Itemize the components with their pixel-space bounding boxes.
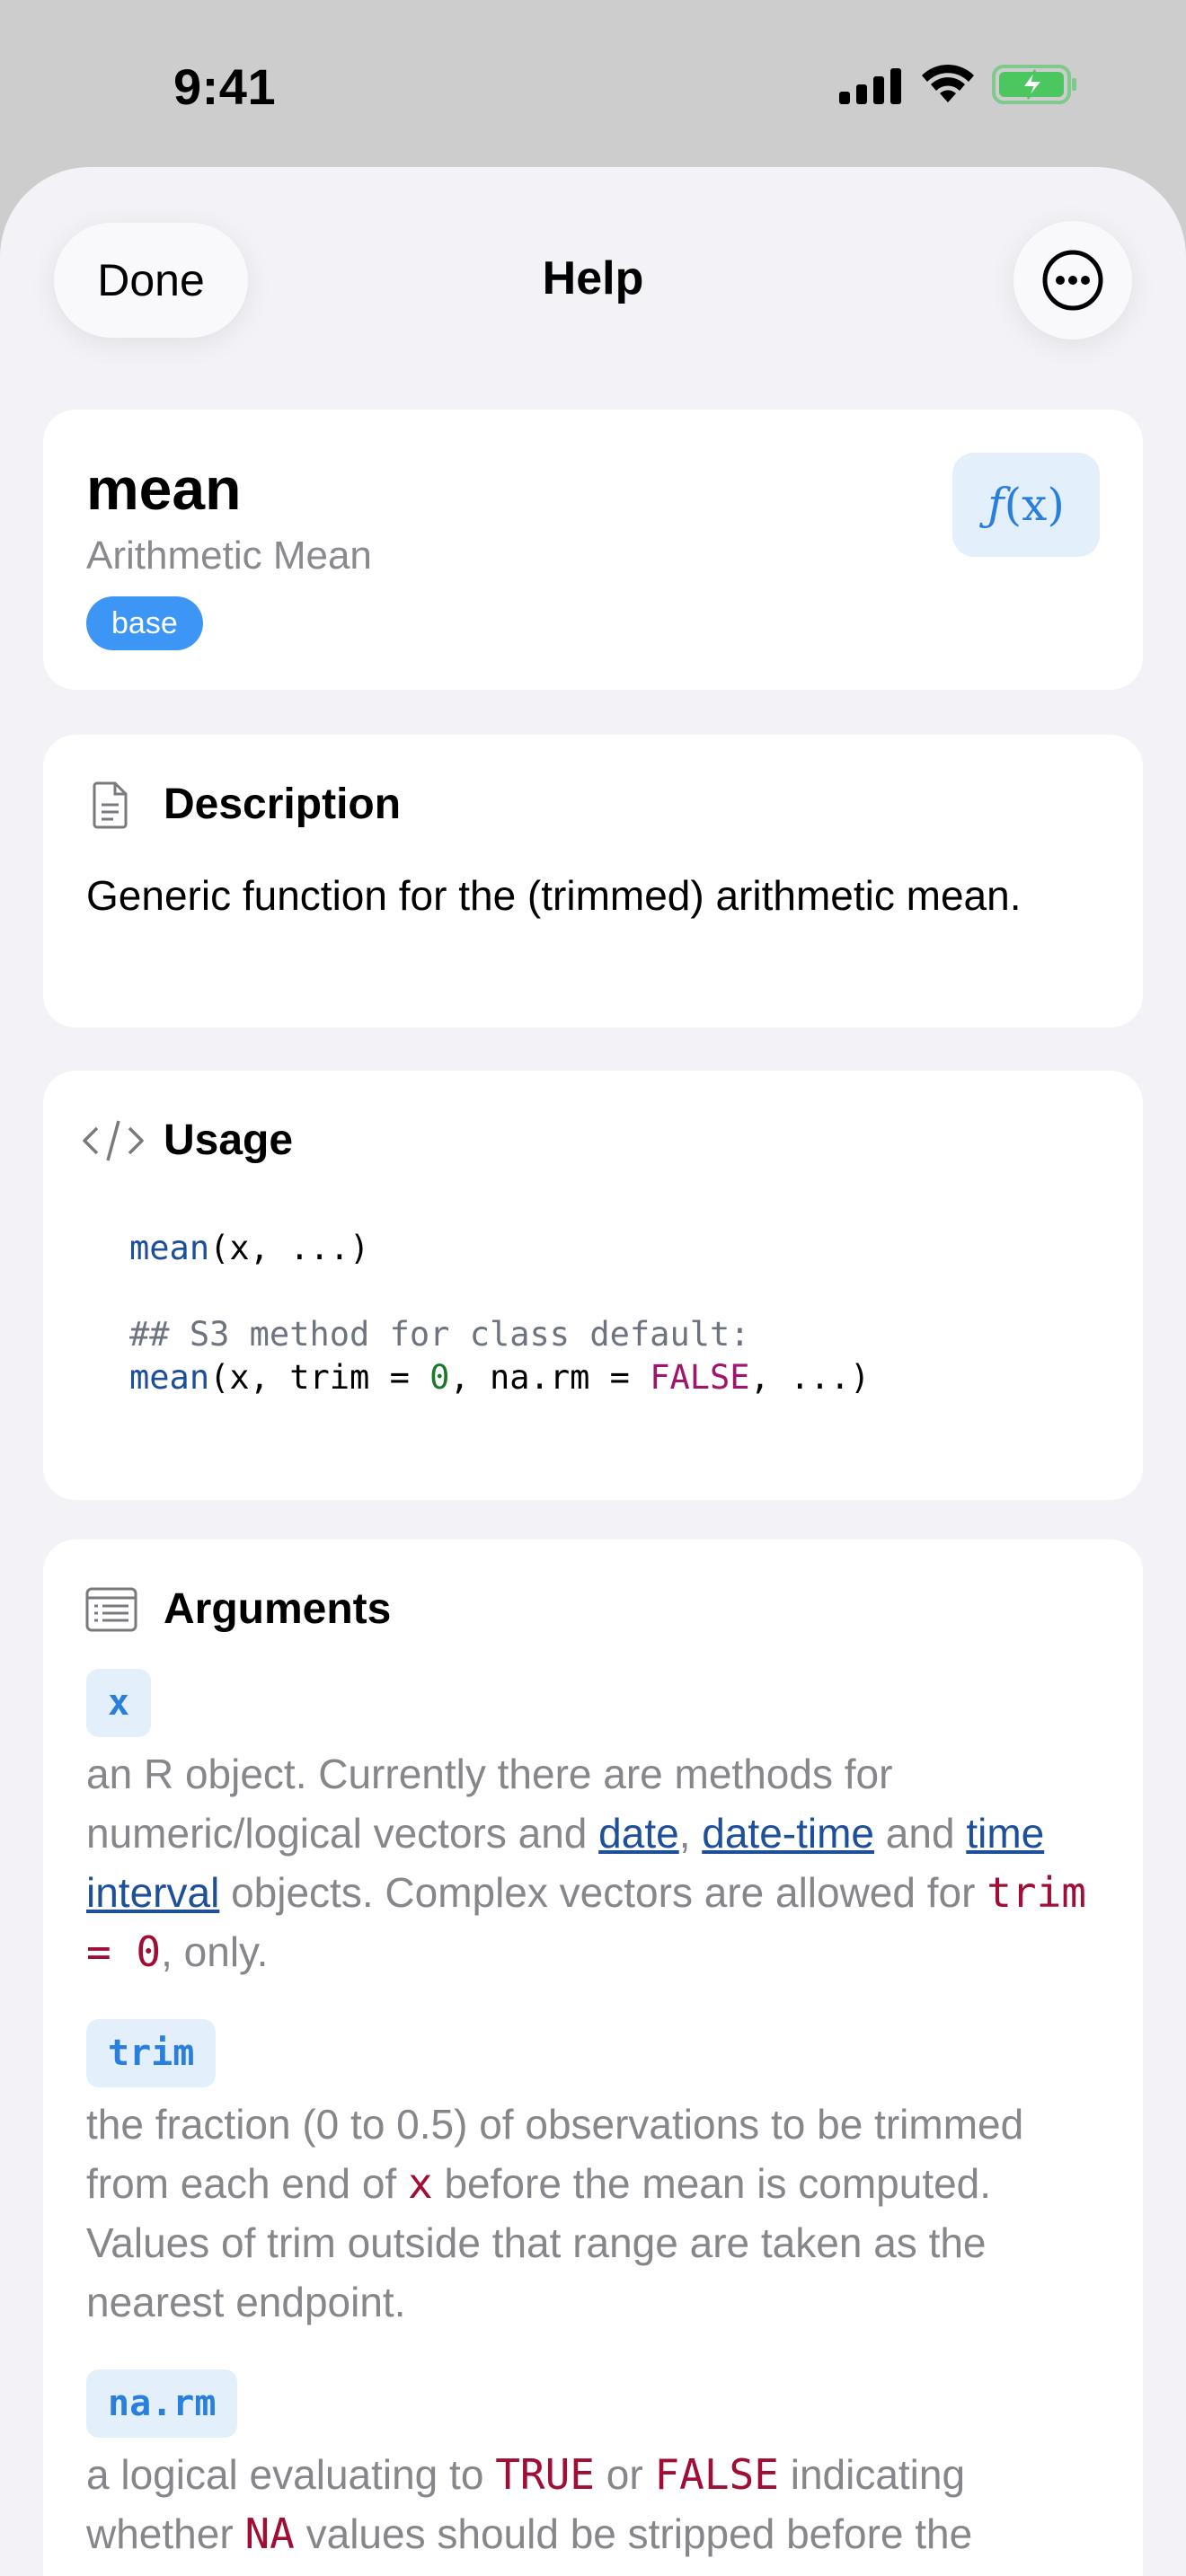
description-text: Generic function for the (trimmed) arith… [86,872,1022,919]
usage-comment: ## S3 method for class default: [129,1315,750,1354]
argument-name-trim: trim [86,2019,217,2087]
argument-name-x: x [86,1669,152,1737]
usage-card: Usage mean(x, ...) ## S3 method for clas… [43,1071,1143,1500]
link-date[interactable]: date [598,1810,679,1857]
list-icon [85,1587,137,1632]
fx-label: (x) [1004,479,1065,531]
usage-heading: Usage [164,1116,294,1164]
argument-description-trim: the fraction (0 to 0.5) of observations … [86,2101,1024,2325]
function-header-card: mean Arithmetic Mean base ƒ (x) [43,410,1143,690]
description-heading: Description [164,781,402,828]
usage-line-1: mean(x, ...) [129,1229,370,1267]
status-time: 9:41 [173,58,277,115]
document-icon [93,781,128,829]
function-icon: ƒ [987,479,1005,531]
nav-title: Help [542,252,644,304]
argument-description-x: an R object. Currently there are methods… [86,1751,1086,1976]
arguments-heading: Arguments [164,1585,392,1633]
package-badge: base [86,596,203,650]
function-signature-button[interactable]: ƒ (x) [952,453,1100,557]
battery-charging-icon [992,65,1076,104]
ellipsis-circle-icon [1042,250,1103,311]
function-title: Arithmetic Mean [86,534,372,578]
function-name: mean [86,455,242,522]
status-bar: 9:41 [0,0,1186,167]
code-icon [83,1120,144,1161]
argument-name-na-rm: na.rm [86,2369,238,2438]
wifi-icon [922,64,974,102]
description-card: Description Generic function for the (tr… [43,735,1143,1028]
usage-line-2: mean(x, trim = 0, na.rm = FALSE, ...) [129,1358,871,1397]
link-date-time[interactable]: date-time [702,1810,874,1857]
more-button[interactable] [1013,221,1132,340]
help-sheet: Done Help mean Arithmetic Mean base ƒ (x)… [0,167,1186,2576]
arguments-card: Arguments x an R object. Currently there… [43,1539,1143,2576]
cellular-signal-icon [839,68,901,104]
argument-description-na-rm: a logical evaluating to TRUE or FALSE in… [86,2450,973,2558]
